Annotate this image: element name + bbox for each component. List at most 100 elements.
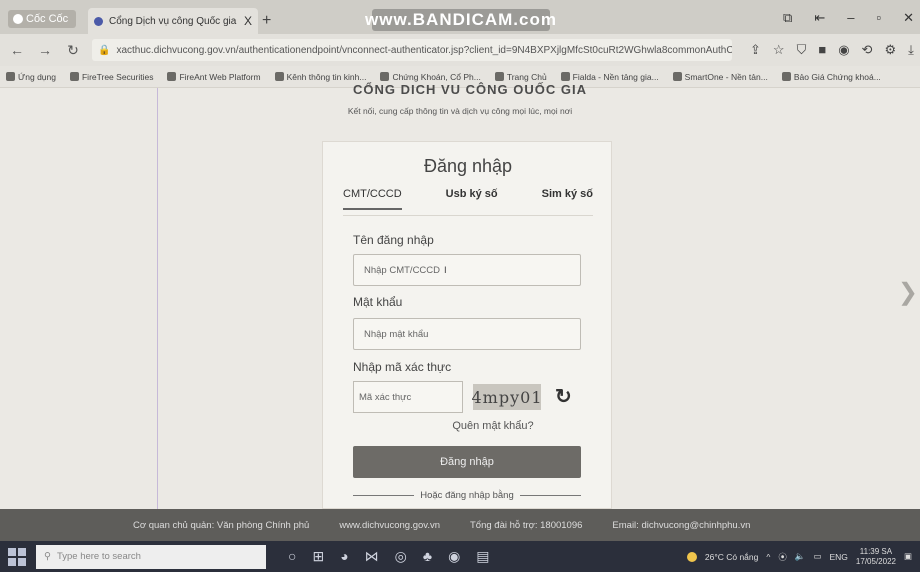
bookmark-item[interactable]: FireAnt Web Platform (167, 71, 261, 82)
bookmark-item[interactable]: Trang Chủ (494, 72, 547, 82)
forward-icon[interactable]: → (36, 42, 54, 58)
lock-icon: 🔒 (98, 44, 111, 56)
coccoc-icon (13, 14, 23, 24)
username-placeholder: Nhập CMT/CCCD (364, 264, 441, 276)
bookmark-label: FireAnt Web Platform (179, 71, 261, 82)
app-icon[interactable]: ♣ (423, 548, 432, 565)
captcha-label: Nhập mã xác thực (353, 360, 452, 374)
minimize-icon[interactable]: – (847, 10, 854, 26)
new-tab-button[interactable]: + (262, 12, 271, 30)
shield-icon[interactable]: ⛉ (797, 42, 807, 58)
toolbar-icons: ⇪ ☆ ⛉ ■ ◉ ⟲ ⚙ ⤓ (750, 42, 914, 58)
site-header-title: CỔNG DỊCH VỤ CÔNG QUỐC GIA (352, 82, 587, 94)
bookmark-label: SmartOne - Nền tản... (684, 71, 768, 82)
bookmark-item[interactable]: Fialda - Nền tảng gia... (560, 71, 659, 82)
forgot-password-link[interactable]: Quên mật khẩu? (323, 420, 613, 432)
bookmark-item[interactable]: Chứng Khoán, Cổ Ph... (380, 71, 481, 82)
network-icon[interactable]: ⦿ (778, 551, 787, 563)
download-icon[interactable]: ⤓ (908, 42, 914, 58)
system-tray: 26°C Có nắng ^ ⦿ 🔈 ▭ ENG 11:39 SA 17/05/… (686, 547, 920, 567)
bookmark-label: Bảo Giá Chứng khoá... (793, 71, 881, 82)
coccoc-taskbar-icon[interactable]: ◕ (340, 548, 348, 565)
footer-hotline: Tổng đài hỗ trợ: 18001096 (470, 519, 583, 531)
browser-logo[interactable]: Cốc Cốc (8, 10, 76, 28)
url-text: xacthuc.dichvucong.gov.vn/authentication… (116, 44, 732, 56)
captcha-placeholder: Mã xác thực (359, 391, 412, 403)
reload-icon[interactable]: ↻ (64, 42, 82, 59)
clock[interactable]: 11:39 SA 17/05/2022 (856, 547, 896, 567)
bookmark-item[interactable]: FireTree Securities (69, 72, 153, 82)
refresh-captcha-icon[interactable]: ↻ (555, 384, 572, 409)
bookmark-label: Chứng Khoán, Cổ Ph... (392, 71, 481, 82)
back-arrow-icon[interactable]: ⇤ (814, 10, 825, 26)
divider-line (353, 495, 415, 496)
sync-icon[interactable]: ⟲ (862, 42, 873, 58)
password-placeholder: Nhập mật khẩu (364, 328, 429, 340)
maximize-icon[interactable]: ▫ (876, 10, 881, 26)
task-view-icon[interactable]: ⊞ (312, 548, 324, 565)
bookmark-star-icon[interactable]: ☆ (773, 42, 785, 58)
bookmark-item[interactable]: Bảo Giá Chứng khoá... (781, 71, 881, 82)
browser-name: Cốc Cốc (26, 13, 69, 25)
bookmark-label: Fialda - Nền tảng gia... (572, 71, 659, 82)
visual-studio-icon[interactable]: ⋈ (365, 548, 379, 565)
tab-sim-ky-so[interactable]: Sim ký số (542, 188, 593, 210)
tab-search-icon[interactable]: ⧉ (783, 10, 792, 26)
page-content: CỔNG DỊCH VỤ CÔNG QUỐC GIA Kết nối, cung… (0, 82, 920, 509)
login-title: Đăng nhập (423, 156, 513, 176)
file-explorer-icon[interactable]: ▤ (476, 548, 489, 565)
bookmark-icon (781, 72, 791, 81)
back-icon[interactable]: ← (8, 42, 26, 58)
footer-site-link[interactable]: www.dichvucong.gov.vn (339, 520, 440, 531)
volume-icon[interactable]: 🔈 (795, 551, 806, 562)
bookmark-label: Kênh thông tin kinh... (286, 71, 367, 82)
window-controls: ⧉ ⇤ – ▫ ✕ (783, 10, 914, 26)
cortana-icon[interactable]: ○ (288, 548, 296, 565)
captcha-image: 4mpy01 (472, 384, 542, 410)
app-icon[interactable]: ◉ (448, 548, 460, 565)
taskbar-search-input[interactable]: ⚲ Type here to search (36, 544, 266, 569)
chevron-right-icon[interactable]: ❯ (898, 278, 918, 307)
login-button[interactable]: Đăng nhập (353, 446, 581, 478)
tab-title: Cổng Dịch vụ công Quốc gia (109, 15, 237, 27)
windows-taskbar: ⚲ Type here to search ○ ⊞ ◕ ⋈ ◎ ♣ ◉ ▤ 26… (0, 541, 920, 572)
address-bar[interactable]: 🔒 xacthuc.dichvucong.gov.vn/authenticati… (92, 39, 732, 61)
taskbar-apps: ○ ⊞ ◕ ⋈ ◎ ♣ ◉ ▤ (288, 548, 490, 565)
favicon-icon (94, 16, 103, 26)
username-label: Tên đăng nhập (353, 233, 434, 247)
language-indicator[interactable]: ENG (830, 552, 848, 562)
extension-icon[interactable]: ■ (818, 42, 826, 58)
weather-text[interactable]: 26°C Có nắng (705, 552, 759, 562)
bookmark-item[interactable]: SmartOne - Nền tản... (672, 71, 768, 82)
tab-close-icon[interactable]: X (244, 14, 252, 28)
recorder-watermark: www.BANDICAM.com (365, 9, 557, 31)
username-input[interactable]: Nhập CMT/CCCD I (353, 254, 581, 286)
captcha-input[interactable]: Mã xác thực (353, 381, 463, 413)
footer-agency: Cơ quan chủ quản: Văn phòng Chính phủ (133, 519, 310, 531)
bookmark-icon (672, 72, 682, 81)
tab-usb-ky-so[interactable]: Usb ký số (446, 188, 498, 210)
notifications-icon[interactable]: ▣ (904, 551, 912, 562)
tray-chevron-icon[interactable]: ^ (766, 552, 770, 562)
password-input[interactable]: Nhập mật khẩu (353, 318, 581, 350)
windows-start-icon[interactable] (8, 547, 26, 566)
bookmark-item[interactable]: Kênh thông tin kinh... (274, 71, 367, 82)
text-cursor-icon: I (444, 264, 447, 276)
alt-login-divider: Hoặc đăng nhập bằng (353, 490, 581, 501)
browser-tab[interactable]: Cổng Dịch vụ công Quốc gia X (88, 8, 258, 34)
share-icon[interactable]: ⇪ (750, 42, 761, 58)
close-window-icon[interactable]: ✕ (903, 10, 914, 26)
bookmark-icon (167, 72, 177, 81)
footer-email[interactable]: Email: dichvucong@chinhphu.vn (612, 520, 750, 531)
chrome-icon[interactable]: ◎ (395, 548, 407, 565)
bookmark-apps[interactable]: Ứng dụng (6, 72, 56, 82)
vpn-icon[interactable]: ◉ (838, 42, 849, 58)
settings-icon[interactable]: ⚙ (884, 42, 896, 58)
bookmark-label: Ứng dụng (18, 71, 56, 82)
search-icon: ⚲ (44, 551, 51, 562)
login-card: Đăng nhập CMT/CCCD Usb ký số Sim ký số T… (322, 141, 612, 509)
bookmark-icon (494, 72, 504, 81)
battery-icon[interactable]: ▭ (813, 551, 821, 562)
tab-cmt-cccd[interactable]: CMT/CCCD (343, 188, 402, 210)
bookmark-icon (380, 72, 390, 81)
